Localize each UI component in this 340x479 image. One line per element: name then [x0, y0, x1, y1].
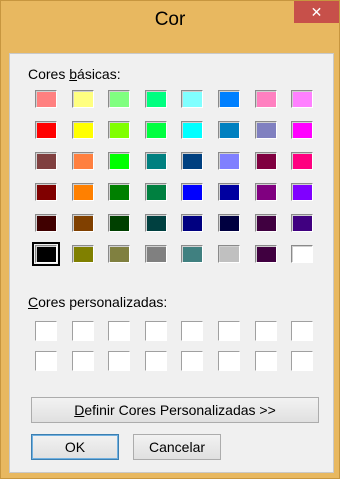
basic-color-swatch[interactable] — [108, 214, 130, 232]
basic-color-swatch[interactable] — [145, 183, 167, 201]
basic-color-swatch[interactable] — [108, 183, 130, 201]
custom-color-swatch[interactable] — [108, 321, 130, 341]
basic-color-swatch[interactable] — [72, 152, 94, 170]
custom-color-swatch[interactable] — [218, 351, 240, 371]
basic-color-swatch[interactable] — [218, 152, 240, 170]
basic-color-swatch[interactable] — [218, 121, 240, 139]
custom-color-swatch[interactable] — [218, 321, 240, 341]
basic-color-swatch[interactable] — [145, 152, 167, 170]
basic-color-swatch[interactable] — [181, 152, 203, 170]
basic-color-swatch[interactable] — [35, 183, 57, 201]
basic-color-swatch[interactable] — [291, 152, 313, 170]
dialog-title: Cor — [154, 9, 186, 30]
basic-color-swatch[interactable] — [181, 90, 203, 108]
custom-colors-label: Cores personalizadas: — [28, 294, 168, 310]
basic-color-swatch[interactable] — [291, 214, 313, 232]
basic-color-swatch[interactable] — [218, 214, 240, 232]
basic-color-swatch[interactable] — [35, 152, 57, 170]
close-button[interactable]: ✕ — [294, 1, 339, 23]
basic-color-swatch[interactable] — [35, 90, 57, 108]
basic-color-swatch[interactable] — [181, 214, 203, 232]
custom-color-swatch[interactable] — [108, 351, 130, 371]
basic-color-swatch[interactable] — [108, 121, 130, 139]
basic-color-swatch[interactable] — [145, 90, 167, 108]
custom-color-swatch[interactable] — [291, 351, 313, 371]
ok-button[interactable]: OK — [31, 434, 119, 460]
custom-color-swatch[interactable] — [145, 321, 167, 341]
basic-color-swatch[interactable] — [291, 90, 313, 108]
basic-color-swatch[interactable] — [181, 245, 203, 263]
custom-color-swatch[interactable] — [255, 351, 277, 371]
custom-color-swatch[interactable] — [145, 351, 167, 371]
color-dialog: Cor ✕ Cores básicas: Cores personalizada… — [0, 0, 340, 479]
basic-color-swatch[interactable] — [108, 245, 130, 263]
basic-color-swatch[interactable] — [32, 242, 60, 266]
custom-color-swatch[interactable] — [291, 321, 313, 341]
basic-color-swatch[interactable] — [72, 121, 94, 139]
custom-color-swatch[interactable] — [181, 351, 203, 371]
basic-color-swatch[interactable] — [218, 90, 240, 108]
custom-color-swatch[interactable] — [35, 321, 57, 341]
custom-color-swatch[interactable] — [181, 321, 203, 341]
basic-color-swatch[interactable] — [255, 152, 277, 170]
basic-color-swatch[interactable] — [181, 121, 203, 139]
basic-color-swatch[interactable] — [145, 121, 167, 139]
basic-color-swatch[interactable] — [255, 245, 277, 263]
basic-color-swatch[interactable] — [255, 183, 277, 201]
custom-color-swatch[interactable] — [255, 321, 277, 341]
basic-color-swatch[interactable] — [218, 183, 240, 201]
basic-color-swatch[interactable] — [72, 183, 94, 201]
basic-color-swatch[interactable] — [108, 90, 130, 108]
title-bar[interactable]: Cor ✕ — [1, 1, 339, 39]
basic-color-swatch[interactable] — [108, 152, 130, 170]
dialog-client-area: Cores básicas: Cores personalizadas: Def… — [9, 53, 334, 473]
basic-color-swatch[interactable] — [255, 121, 277, 139]
custom-color-swatch[interactable] — [35, 351, 57, 371]
basic-color-swatch[interactable] — [35, 121, 57, 139]
basic-color-swatch[interactable] — [72, 245, 94, 263]
basic-color-swatch[interactable] — [291, 183, 313, 201]
basic-color-swatch[interactable] — [291, 121, 313, 139]
custom-color-swatch[interactable] — [72, 351, 94, 371]
basic-color-swatch[interactable] — [72, 90, 94, 108]
basic-color-swatch[interactable] — [255, 214, 277, 232]
basic-color-swatch[interactable] — [145, 214, 167, 232]
close-icon: ✕ — [310, 3, 323, 20]
basic-color-swatch[interactable] — [255, 90, 277, 108]
define-custom-colors-button[interactable]: Definir Cores Personalizadas >> — [31, 397, 319, 423]
basic-color-swatch[interactable] — [72, 214, 94, 232]
basic-color-swatch[interactable] — [181, 183, 203, 201]
basic-color-swatch[interactable] — [291, 245, 313, 263]
basic-color-swatch[interactable] — [35, 214, 57, 232]
custom-color-swatch[interactable] — [72, 321, 94, 341]
basic-colors-label: Cores básicas: — [28, 66, 121, 82]
cancel-button[interactable]: Cancelar — [133, 434, 221, 460]
basic-color-swatch[interactable] — [218, 245, 240, 263]
basic-color-swatch[interactable] — [145, 245, 167, 263]
